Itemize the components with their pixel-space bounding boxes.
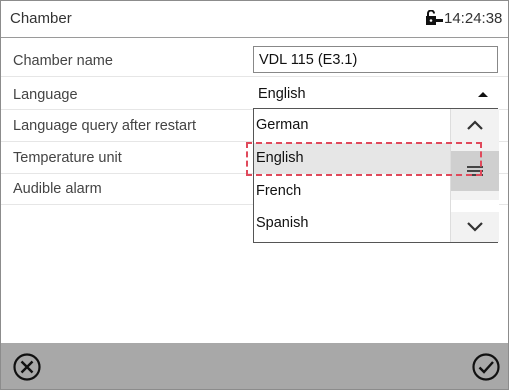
lock-icon (425, 9, 443, 26)
dropdown-scrollbar[interactable] (450, 109, 499, 242)
language-dropdown-list: German English French Spanish (253, 108, 499, 243)
chamber-name-field[interactable]: VDL 115 (E3.1) (253, 46, 498, 73)
row-label-chamber-name: Chamber name (13, 53, 113, 69)
page-title: Chamber (10, 10, 72, 27)
cancel-icon (13, 353, 41, 381)
cancel-button[interactable] (11, 351, 43, 383)
row-label-temperature-unit: Temperature unit (13, 150, 122, 166)
header-bar: Chamber 14:24:38 (1, 1, 508, 38)
scroll-thumb[interactable] (451, 151, 499, 191)
footer-bar (1, 343, 508, 389)
chevron-down-icon (467, 221, 483, 232)
language-select[interactable]: English (253, 82, 498, 106)
caret-up-icon (478, 92, 488, 97)
language-option-spanish[interactable]: Spanish (254, 208, 450, 239)
language-select-value: English (258, 86, 306, 102)
row-label-language-query: Language query after restart (13, 118, 196, 134)
chevron-up-icon (467, 120, 483, 130)
drag-handle-icon (467, 166, 483, 176)
scroll-down-button[interactable] (451, 211, 499, 242)
row-label-language: Language (13, 87, 78, 103)
row-label-audible-alarm: Audible alarm (13, 181, 102, 197)
scroll-up-button[interactable] (451, 109, 499, 141)
language-option-french[interactable]: French (254, 176, 450, 207)
confirm-button[interactable] (470, 351, 502, 383)
confirm-icon (472, 353, 500, 381)
row-divider (1, 76, 508, 77)
language-option-german[interactable]: German (254, 110, 450, 141)
language-option-english[interactable]: English (254, 143, 450, 174)
settings-window: Chamber 14:24:38 Chamber name Language L… (0, 0, 509, 390)
clock-time: 14:24:38 (444, 10, 503, 27)
